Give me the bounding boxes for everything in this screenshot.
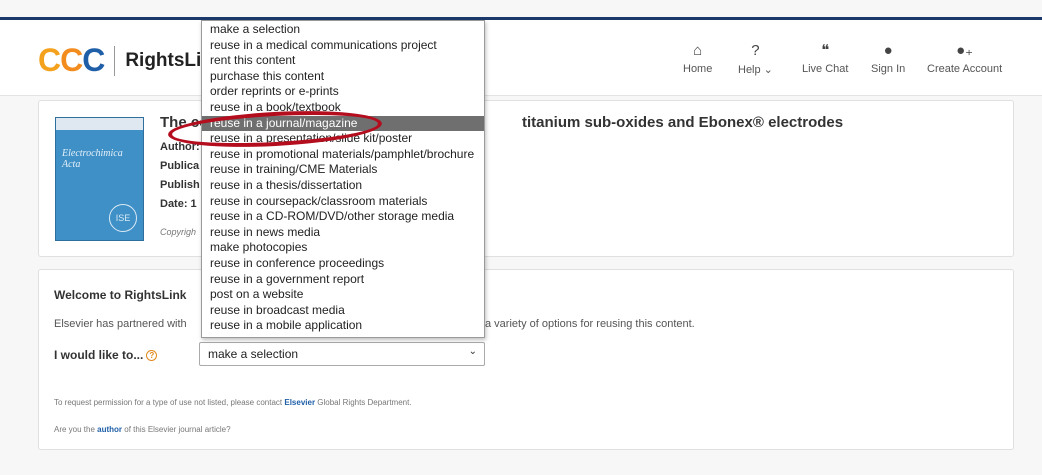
footnote-permission: To request permission for a type of use … — [54, 398, 412, 407]
chevron-down-icon: ⌄ — [468, 346, 477, 357]
use-type-dropdown-list[interactable]: make a selection reuse in a medical commu… — [201, 20, 485, 338]
dropdown-option[interactable]: reuse in news media — [202, 225, 484, 241]
author-link[interactable]: author — [97, 425, 122, 434]
dropdown-option[interactable]: reuse in training/CME Materials — [202, 162, 484, 178]
ccc-logo[interactable]: CCC RightsLink — [38, 42, 224, 79]
partner-text: Elsevier has partnered with — [54, 318, 187, 330]
journal-cover-image: Electrochimica Acta ISE — [55, 117, 144, 241]
dropdown-option[interactable]: reuse in a CD-ROM/DVD/other storage medi… — [202, 209, 484, 225]
nav-help-label: Help ⌄ — [738, 64, 773, 76]
dropdown-option[interactable]: purchase this content — [202, 69, 484, 85]
like-to-label: I would like to...? — [54, 348, 158, 362]
user-icon: ● — [883, 42, 893, 59]
meta-date-label: Date: 1 — [160, 198, 197, 210]
nav-help[interactable]: ? Help ⌄ — [738, 42, 773, 76]
copyright-text: Copyrigh — [160, 227, 197, 237]
header: CCC RightsLink ⌂ Home ? Help ⌄ ❝ Live Ch… — [0, 20, 1042, 96]
dropdown-option[interactable]: post on a website — [202, 287, 484, 303]
logo-divider — [114, 45, 116, 76]
elsevier-link[interactable]: Elsevier — [284, 398, 315, 407]
chat-icon: ❝ — [821, 42, 830, 59]
meta-publication-label: Publica — [160, 160, 200, 172]
welcome-title: Welcome to RightsLink — [54, 288, 187, 302]
dropdown-option[interactable]: reuse in a medical communications projec… — [202, 38, 484, 54]
nav-home-label: Home — [683, 63, 713, 75]
dropdown-option[interactable]: order reprints or e-prints — [202, 84, 484, 100]
use-type-select[interactable]: make a selection ⌄ — [199, 342, 485, 366]
help-icon: ? — [751, 42, 760, 59]
dropdown-option[interactable]: reuse in promotional materials/pamphlet/… — [202, 147, 484, 163]
cover-journal-title: Electrochimica Acta — [62, 148, 123, 170]
dropdown-option[interactable]: reuse in a thesis/dissertation — [202, 178, 484, 194]
select-value: make a selection — [208, 347, 299, 361]
dropdown-option[interactable]: make a selection — [202, 22, 484, 38]
ccc-wordmark: CCC — [38, 42, 105, 78]
home-icon: ⌂ — [693, 42, 703, 59]
nav-live-chat[interactable]: ❝ Live Chat — [802, 42, 848, 75]
question-help-icon[interactable]: ? — [146, 350, 158, 362]
welcome-card: Welcome to RightsLink Elsevier has partn… — [38, 269, 1014, 450]
dropdown-option[interactable]: reuse in a mobile application — [202, 318, 484, 334]
nav-sign-in-label: Sign In — [871, 63, 906, 75]
meta-publisher-label: Publish — [160, 179, 200, 191]
dropdown-option[interactable]: make photocopies — [202, 240, 484, 256]
nav-live-chat-label: Live Chat — [802, 63, 849, 75]
dropdown-option[interactable]: reuse in broadcast media — [202, 303, 484, 319]
add-user-icon: ●₊ — [956, 42, 974, 59]
cover-header-strip — [56, 118, 143, 130]
elsevier-seal-icon: ISE — [109, 204, 137, 232]
dropdown-option[interactable]: reuse in conference proceedings — [202, 256, 484, 272]
article-title-tail: titanium sub-oxides and Ebonex® electrod… — [522, 114, 844, 131]
nav-sign-in[interactable]: ● Sign In — [871, 42, 905, 75]
partner-text-tail: a variety of options for reusing this co… — [485, 318, 695, 330]
nav-create-account[interactable]: ●₊ Create Account — [927, 42, 1002, 75]
nav-home[interactable]: ⌂ Home — [683, 42, 712, 75]
dropdown-option[interactable]: reuse in a government report — [202, 272, 484, 288]
dropdown-option[interactable]: reuse in coursepack/classroom materials — [202, 194, 484, 210]
nav-create-account-label: Create Account — [927, 63, 1003, 75]
dropdown-option[interactable]: rent this content — [202, 53, 484, 69]
footnote-author: Are you the author of this Elsevier jour… — [54, 425, 231, 434]
